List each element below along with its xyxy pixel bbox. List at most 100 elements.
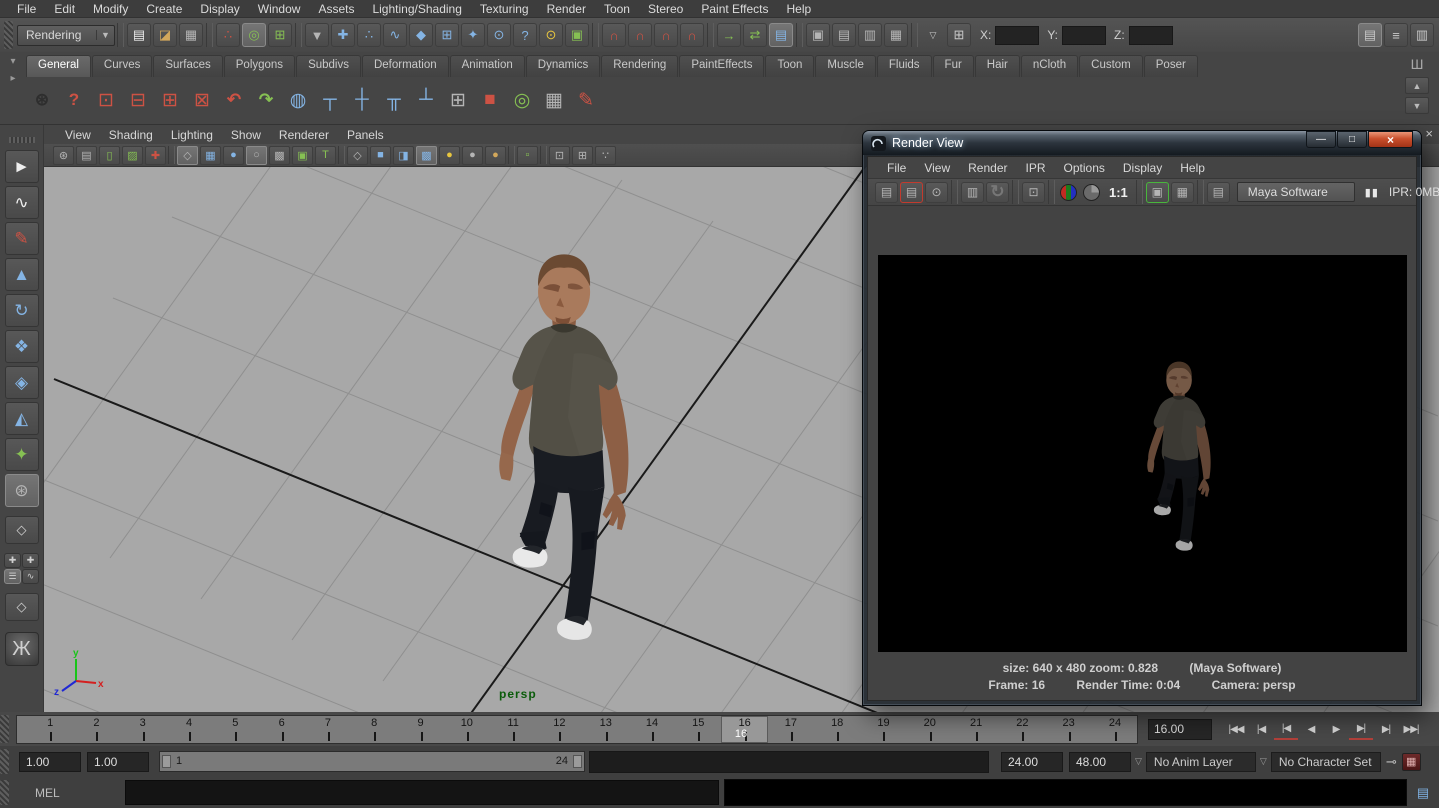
shelf-tab-painteffects[interactable]: PaintEffects <box>679 55 764 77</box>
coordinate-x-input[interactable] <box>995 26 1039 45</box>
script-editor-icon[interactable]: ▤ <box>1411 782 1435 804</box>
tool-settings-toggle-icon[interactable]: ≡ <box>1384 23 1408 47</box>
wire-cube-icon[interactable]: ◇ <box>347 146 368 165</box>
frame-tick-13[interactable]: 13 <box>583 716 629 743</box>
frame-tick-17[interactable]: 17 <box>768 716 814 743</box>
go-to-start-button[interactable]: |◀◀ <box>1224 718 1248 740</box>
select-deformations-mask-icon[interactable]: ⊞ <box>435 23 459 47</box>
mel-command-input[interactable] <box>125 780 719 805</box>
animation-start-field[interactable]: 1.00 <box>19 752 81 772</box>
frame-tick-4[interactable]: 4 <box>166 716 212 743</box>
shelf-menu-icon[interactable]: ▾ <box>10 56 15 67</box>
share-panel-icon[interactable]: ∵ <box>595 146 616 165</box>
shelf-tab-rendering[interactable]: Rendering <box>601 55 678 77</box>
shelf-tab-surfaces[interactable]: Surfaces <box>153 55 222 77</box>
shelf-tab-deformation[interactable]: Deformation <box>362 55 449 77</box>
select-handles-mask-icon[interactable]: ✚ <box>331 23 355 47</box>
assign-material-icon[interactable]: ◎ <box>506 82 538 118</box>
go-to-end-button[interactable]: ▶▶| <box>1399 718 1423 740</box>
shelf-tab-poser[interactable]: Poser <box>1144 55 1198 77</box>
render-view-titlebar[interactable]: Render View — □ × <box>863 131 1421 155</box>
select-curves-mask-icon[interactable]: ∿ <box>383 23 407 47</box>
rv-menu-display[interactable]: Display <box>1114 160 1171 176</box>
field-entry-dropdown-icon[interactable]: ▽ <box>921 23 945 47</box>
layout-persp-outliner-button[interactable]: ☰ <box>4 569 21 584</box>
shelf-tab-fur[interactable]: Fur <box>933 55 974 77</box>
undo-arrow-icon[interactable]: ↶ <box>218 82 250 118</box>
node-editor-icon[interactable]: ⊞ <box>442 82 474 118</box>
default-light-icon[interactable]: ● <box>485 146 506 165</box>
shelf-scroll-up-icon[interactable]: ▲ <box>1405 77 1429 94</box>
range-start-handle[interactable] <box>162 755 171 768</box>
rv-menu-help[interactable]: Help <box>1171 160 1214 176</box>
commandline-grip[interactable] <box>0 780 9 805</box>
shelf-tab-general[interactable]: General <box>26 55 91 77</box>
all-lights-icon[interactable]: ● <box>439 146 460 165</box>
chevron-down-icon[interactable]: ▽ <box>1260 756 1267 767</box>
divider[interactable] <box>592 23 599 47</box>
playback-end-field[interactable]: 24.00 <box>1001 752 1063 772</box>
shaded-cube-icon[interactable]: ■ <box>370 146 391 165</box>
snap-to-grids-icon[interactable]: ∩ <box>602 23 626 47</box>
snap-to-points-icon[interactable]: ∩ <box>654 23 678 47</box>
menu-stereo[interactable]: Stereo <box>639 1 692 17</box>
select-by-name-icon[interactable]: ⊞ <box>947 23 971 47</box>
menu-assets[interactable]: Assets <box>309 1 363 17</box>
toolbox-grip[interactable] <box>9 137 35 143</box>
playback-start-field[interactable]: 1.00 <box>87 752 149 772</box>
animation-end-field[interactable]: 48.00 <box>1069 752 1131 772</box>
open-render-view-icon[interactable]: ▣ <box>806 23 830 47</box>
close-button[interactable]: × <box>1368 131 1413 148</box>
redo-previous-render-icon[interactable]: ▤ <box>875 182 898 203</box>
shelf-scroll-down-icon[interactable]: ▼ <box>1405 97 1429 114</box>
paint-brush-icon[interactable]: ✎ <box>570 82 602 118</box>
frame-tick-1[interactable]: 1 <box>27 716 73 743</box>
camera-icon[interactable]: ⊛ <box>53 146 74 165</box>
scale-tool[interactable]: ❖ <box>5 330 39 363</box>
menu-texturing[interactable]: Texturing <box>471 1 538 17</box>
frame-tick-22[interactable]: 22 <box>999 716 1045 743</box>
panel-menu-show[interactable]: Show <box>222 127 270 143</box>
frame-ruler[interactable]: 123456789101112131415161718192021222324 <box>16 715 1138 744</box>
mask-dropdown-icon[interactable]: ▼ <box>305 23 329 47</box>
frame-tick-11[interactable]: 11 <box>490 716 536 743</box>
node-tree-icon-2[interactable]: ┼ <box>346 82 378 118</box>
duplicate-cube-icon[interactable]: ■ <box>474 82 506 118</box>
frame-tick-12[interactable]: 12 <box>536 716 582 743</box>
image-plane-icon[interactable]: ▨ <box>122 146 143 165</box>
render-settings-icon[interactable]: ▣ <box>1146 182 1169 203</box>
shelf-tab-curves[interactable]: Curves <box>92 55 152 77</box>
inputs-to-selected-icon[interactable]: → <box>717 23 741 47</box>
menu-edit[interactable]: Edit <box>45 1 84 17</box>
divider[interactable] <box>168 146 175 164</box>
select-tool[interactable]: ► <box>5 150 39 183</box>
statusline-grip[interactable] <box>4 21 13 48</box>
textured-cube-icon[interactable]: ◨ <box>393 146 414 165</box>
menu-display[interactable]: Display <box>191 1 248 17</box>
default-material-icon[interactable]: ○ <box>246 146 267 165</box>
shelf-tab-muscle[interactable]: Muscle <box>815 55 875 77</box>
ipr-render-icon[interactable]: ▥ <box>858 23 882 47</box>
open-scene-icon[interactable]: ◪ <box>153 23 177 47</box>
lasso-select-tool[interactable]: ∿ <box>5 186 39 219</box>
rv-menu-view[interactable]: View <box>915 160 959 176</box>
display-rgb-channels-icon[interactable] <box>1060 184 1077 201</box>
question-mark-icon[interactable]: ? <box>58 82 90 118</box>
layout-single-pane-button[interactable]: ◇ <box>5 516 39 544</box>
refresh-ipr-icon[interactable]: ↻ <box>986 182 1009 203</box>
pane-frame-icon[interactable]: ⊞ <box>572 146 593 165</box>
divider[interactable] <box>338 146 345 164</box>
frame-tick-19[interactable]: 19 <box>860 716 906 743</box>
select-rendering-mask-icon[interactable]: ⊙ <box>487 23 511 47</box>
panel-menu-lighting[interactable]: Lighting <box>162 127 222 143</box>
menu-lighting-shading[interactable]: Lighting/Shading <box>363 1 470 17</box>
rotate-tool[interactable]: ↻ <box>5 294 39 327</box>
real-size-button[interactable]: 1:1 <box>1109 185 1128 200</box>
shelf-tab-ncloth[interactable]: nCloth <box>1021 55 1078 77</box>
frame-tick-18[interactable]: 18 <box>814 716 860 743</box>
play-forwards-button[interactable]: ▶ <box>1324 718 1348 740</box>
step-back-frame-button[interactable]: |◀ <box>1249 718 1273 740</box>
shelf-tab-subdivs[interactable]: Subdivs <box>296 55 361 77</box>
step-back-key-button[interactable]: |◀ <box>1274 718 1298 740</box>
save-scene-icon[interactable]: ▦ <box>179 23 203 47</box>
